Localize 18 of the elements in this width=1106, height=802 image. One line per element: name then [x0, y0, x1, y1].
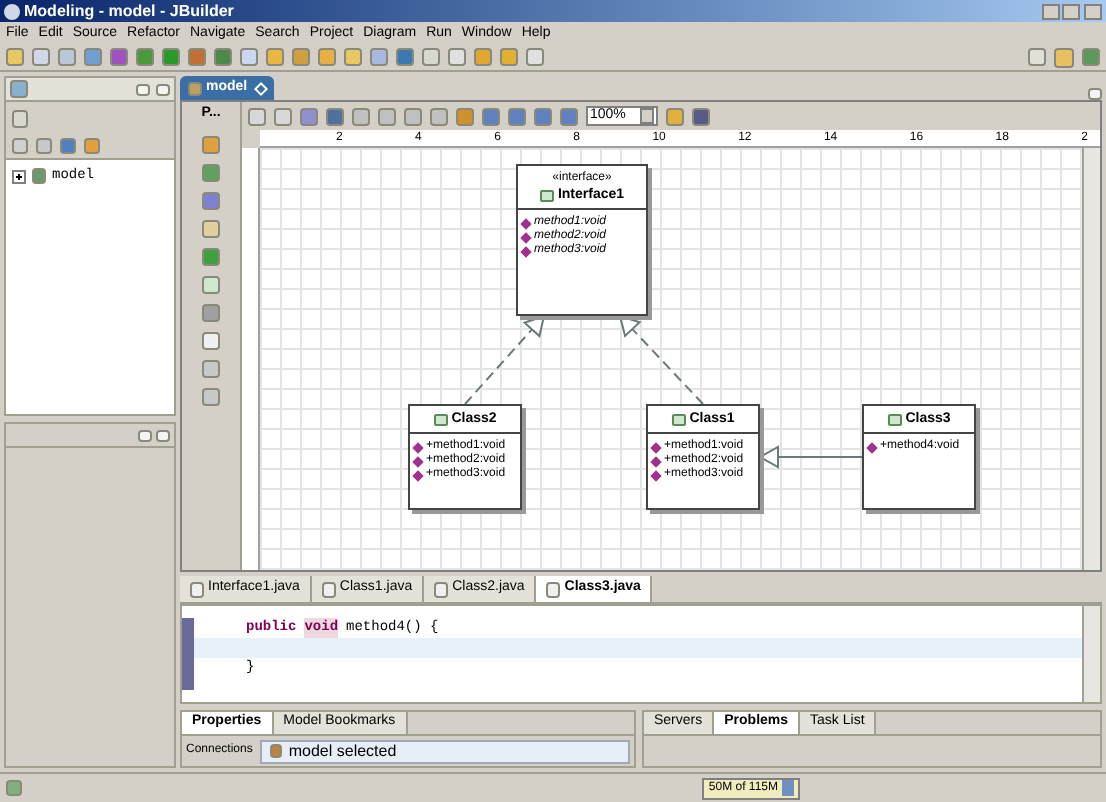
close-button[interactable]: [1084, 3, 1102, 19]
window-title: Modeling - model - JBuilder: [24, 1, 236, 21]
maximize-button[interactable]: [1062, 3, 1080, 19]
realization-arrow: [464, 314, 546, 405]
minimize-icon[interactable]: [1088, 88, 1102, 100]
minimize-icon[interactable]: [136, 83, 150, 95]
maximize-icon[interactable]: [156, 429, 170, 441]
app-icon: [4, 3, 20, 19]
expand-toggle-icon[interactable]: [12, 169, 26, 184]
realization-arrow: [618, 314, 704, 405]
minimize-button[interactable]: [1042, 3, 1060, 19]
scrollbar[interactable]: [1082, 606, 1100, 702]
selection-header: model selected: [260, 739, 630, 763]
change-marker: [182, 618, 194, 690]
scrollbar[interactable]: [1082, 148, 1100, 570]
maximize-icon[interactable]: [156, 83, 170, 95]
minimize-icon[interactable]: [138, 429, 152, 441]
method-icon: [866, 441, 878, 453]
